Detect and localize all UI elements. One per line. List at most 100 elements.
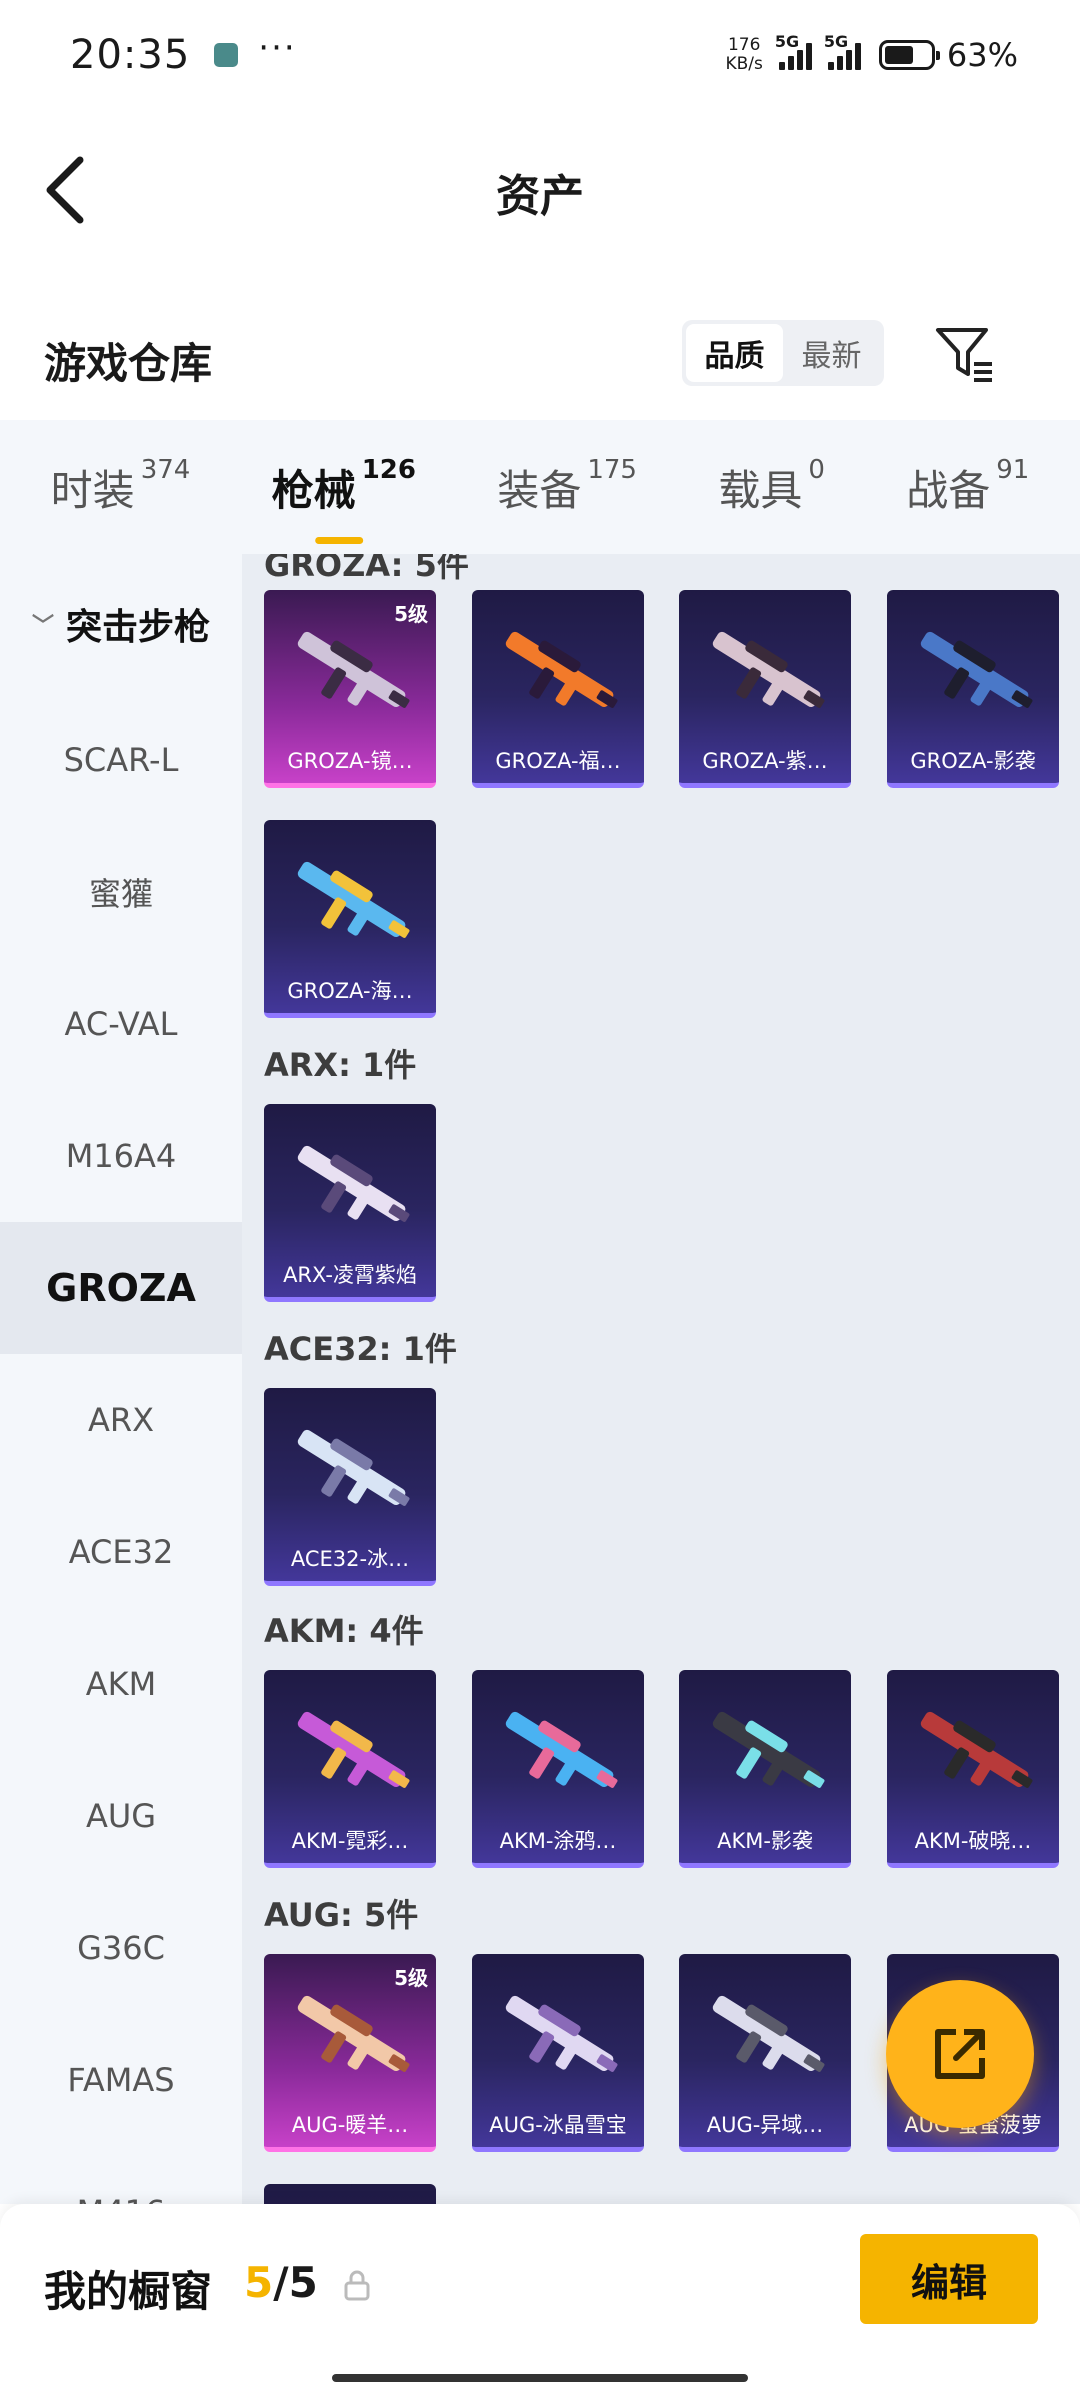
showcase-total: 5: [288, 2258, 318, 2307]
section-title: 游戏仓库: [44, 339, 213, 388]
weapon-image: [297, 1429, 410, 1506]
weapon-skin-card[interactable]: 5级 GROZA-镜…: [264, 590, 436, 788]
weapon-skin-card[interactable]: AKM-涂鸦…: [472, 1670, 644, 1868]
tab-label: 时装: [50, 465, 135, 515]
skin-name: AUG-暖羊…: [291, 2113, 409, 2137]
app-notification-icon: [214, 43, 239, 67]
weapon-image: [920, 1711, 1033, 1788]
showcase-current: 5: [244, 2258, 274, 2307]
skin-name: AKM-影袭: [717, 1829, 813, 1853]
tab-firearms[interactable]: 枪械 126: [271, 455, 416, 518]
filter-button[interactable]: [932, 322, 996, 386]
skin-name: GROZA-影袭: [910, 749, 1036, 773]
group-label: GROZA: 5件: [264, 554, 469, 584]
home-indicator[interactable]: [332, 2374, 748, 2382]
weapon-skin-card[interactable]: AKM-霓彩…: [264, 1670, 436, 1868]
skin-name: AUG-冰晶雪宝: [489, 2113, 627, 2137]
sort-option-quality[interactable]: 品质: [686, 324, 783, 382]
edit-button[interactable]: 编辑: [860, 2234, 1038, 2324]
weapon-image: [297, 1145, 410, 1222]
skin-name: AKM-霓彩…: [291, 1829, 409, 1853]
showcase-count: 5/5: [244, 2258, 318, 2307]
weapon-skin-card[interactable]: ARX-凌霄紫焰: [264, 1104, 436, 1302]
tab-equipment[interactable]: 装备 175: [497, 454, 637, 518]
weapon-image: [712, 1711, 825, 1788]
network-speed-value: 176: [727, 35, 761, 55]
skin-level-badge: 5级: [394, 1966, 428, 1990]
battery-icon: [878, 40, 940, 70]
tab-count: 374: [140, 454, 191, 485]
page-title: 资产: [496, 171, 584, 222]
sidebar-item[interactable]: 蜜獾: [0, 826, 242, 958]
weapon-image: [712, 631, 825, 708]
tab-label: 装备: [497, 465, 582, 515]
category-tabs: 时装 374 枪械 126 装备 175 载具 0 战备 91: [0, 420, 1080, 554]
signal-type-label: 5G: [774, 32, 800, 51]
showcase-bar: 我的橱窗 5/5 编辑: [0, 2204, 1080, 2400]
group-label: AUG: 5件: [264, 1896, 419, 1934]
signal-strength-icon: 5G: [824, 32, 861, 70]
skin-name: AUG-异域…: [706, 2113, 824, 2137]
weapon-skin-card[interactable]: ACE32-冰…: [264, 1388, 436, 1586]
weapon-skin-card[interactable]: GROZA-影袭: [887, 590, 1059, 788]
sidebar-item[interactable]: M16A4: [0, 1090, 242, 1222]
chevron-down-icon: ﹀: [31, 614, 54, 639]
weapon-skin-card[interactable]: 5级 AUG-暖羊…: [264, 1954, 436, 2152]
share-button[interactable]: [886, 1980, 1034, 2128]
weapon-skin-card[interactable]: AUG-冰晶雪宝: [472, 1954, 644, 2152]
weapon-skin-card[interactable]: AKM-破晓…: [887, 1670, 1059, 1868]
weapon-sidebar: ﹀ 突击步枪 SCAR-L 蜜獾 AC-VAL M16A4 GROZA ARX …: [0, 554, 242, 2204]
sidebar-item[interactable]: M416: [0, 2146, 242, 2204]
sidebar-item[interactable]: SCAR-L: [0, 694, 242, 826]
signal-strength-icon: 5G: [775, 32, 812, 70]
sidebar-item[interactable]: ARX: [0, 1354, 242, 1486]
signal-type-label: 5G: [823, 32, 849, 51]
skin-name: GROZA-福…: [495, 749, 621, 773]
skin-name: GROZA-紫…: [702, 749, 828, 773]
tab-fashion[interactable]: 时装 374: [50, 454, 191, 518]
sidebar-item[interactable]: AKM: [0, 1618, 242, 1750]
group-label: ACE32: 1件: [264, 1330, 457, 1368]
weapon-skin-card[interactable]: AKM-影袭: [679, 1670, 851, 1868]
weapon-image: [712, 1995, 825, 2072]
tab-label: 载具: [718, 465, 803, 515]
weapon-image: [297, 1995, 410, 2072]
filter-icon: [936, 328, 992, 382]
tab-count: 0: [808, 454, 825, 485]
weapon-skin-card[interactable]: GROZA-福…: [472, 590, 644, 788]
sidebar-item[interactable]: AC-VAL: [0, 958, 242, 1090]
sidebar-item-selected[interactable]: GROZA: [0, 1222, 242, 1354]
tab-label: 枪械: [271, 465, 356, 515]
group-label: ARX: 1件: [264, 1046, 417, 1084]
sidebar-item[interactable]: ACE32: [0, 1486, 242, 1618]
weapon-skin-card[interactable]: GROZA-海…: [264, 820, 436, 1018]
app-header: 资产: [0, 110, 1080, 270]
sidebar-category-label: 突击步枪: [66, 607, 211, 648]
tab-count: 175: [587, 454, 637, 485]
weapon-skin-card[interactable]: GROZA-紫…: [679, 590, 851, 788]
skin-name: ARX-凌霄紫焰: [283, 1263, 417, 1287]
weapon-image: [297, 631, 410, 708]
skin-name: GROZA-海…: [287, 979, 413, 1003]
sort-option-newest[interactable]: 最新: [783, 324, 880, 382]
weapon-image: [505, 1995, 618, 2072]
sidebar-category[interactable]: ﹀ 突击步枪: [0, 554, 242, 694]
warehouse-header: 游戏仓库 品质 最新: [0, 300, 1080, 420]
weapon-skin-card[interactable]: AUG-异域…: [679, 1954, 851, 2152]
sidebar-item[interactable]: G36C: [0, 1882, 242, 2014]
weapon-skin-card[interactable]: [264, 2184, 436, 2204]
weapon-image: [920, 631, 1033, 708]
showcase-separator: /: [273, 2258, 289, 2307]
skin-name: GROZA-镜…: [287, 749, 413, 773]
lock-icon: [340, 2268, 374, 2302]
showcase-label: 我的橱窗: [44, 2267, 213, 2316]
tab-vehicles[interactable]: 载具 0: [718, 454, 825, 518]
tab-count: 91: [996, 454, 1030, 485]
group-label: AKM: 4件: [264, 1612, 424, 1650]
sidebar-item[interactable]: AUG: [0, 1750, 242, 1882]
skin-name: AKM-涂鸦…: [499, 1829, 617, 1853]
tab-supplies[interactable]: 战备 91: [906, 454, 1030, 518]
tab-label: 战备: [906, 465, 991, 515]
sidebar-item[interactable]: FAMAS: [0, 2014, 242, 2146]
status-time: 20:35: [70, 32, 191, 78]
